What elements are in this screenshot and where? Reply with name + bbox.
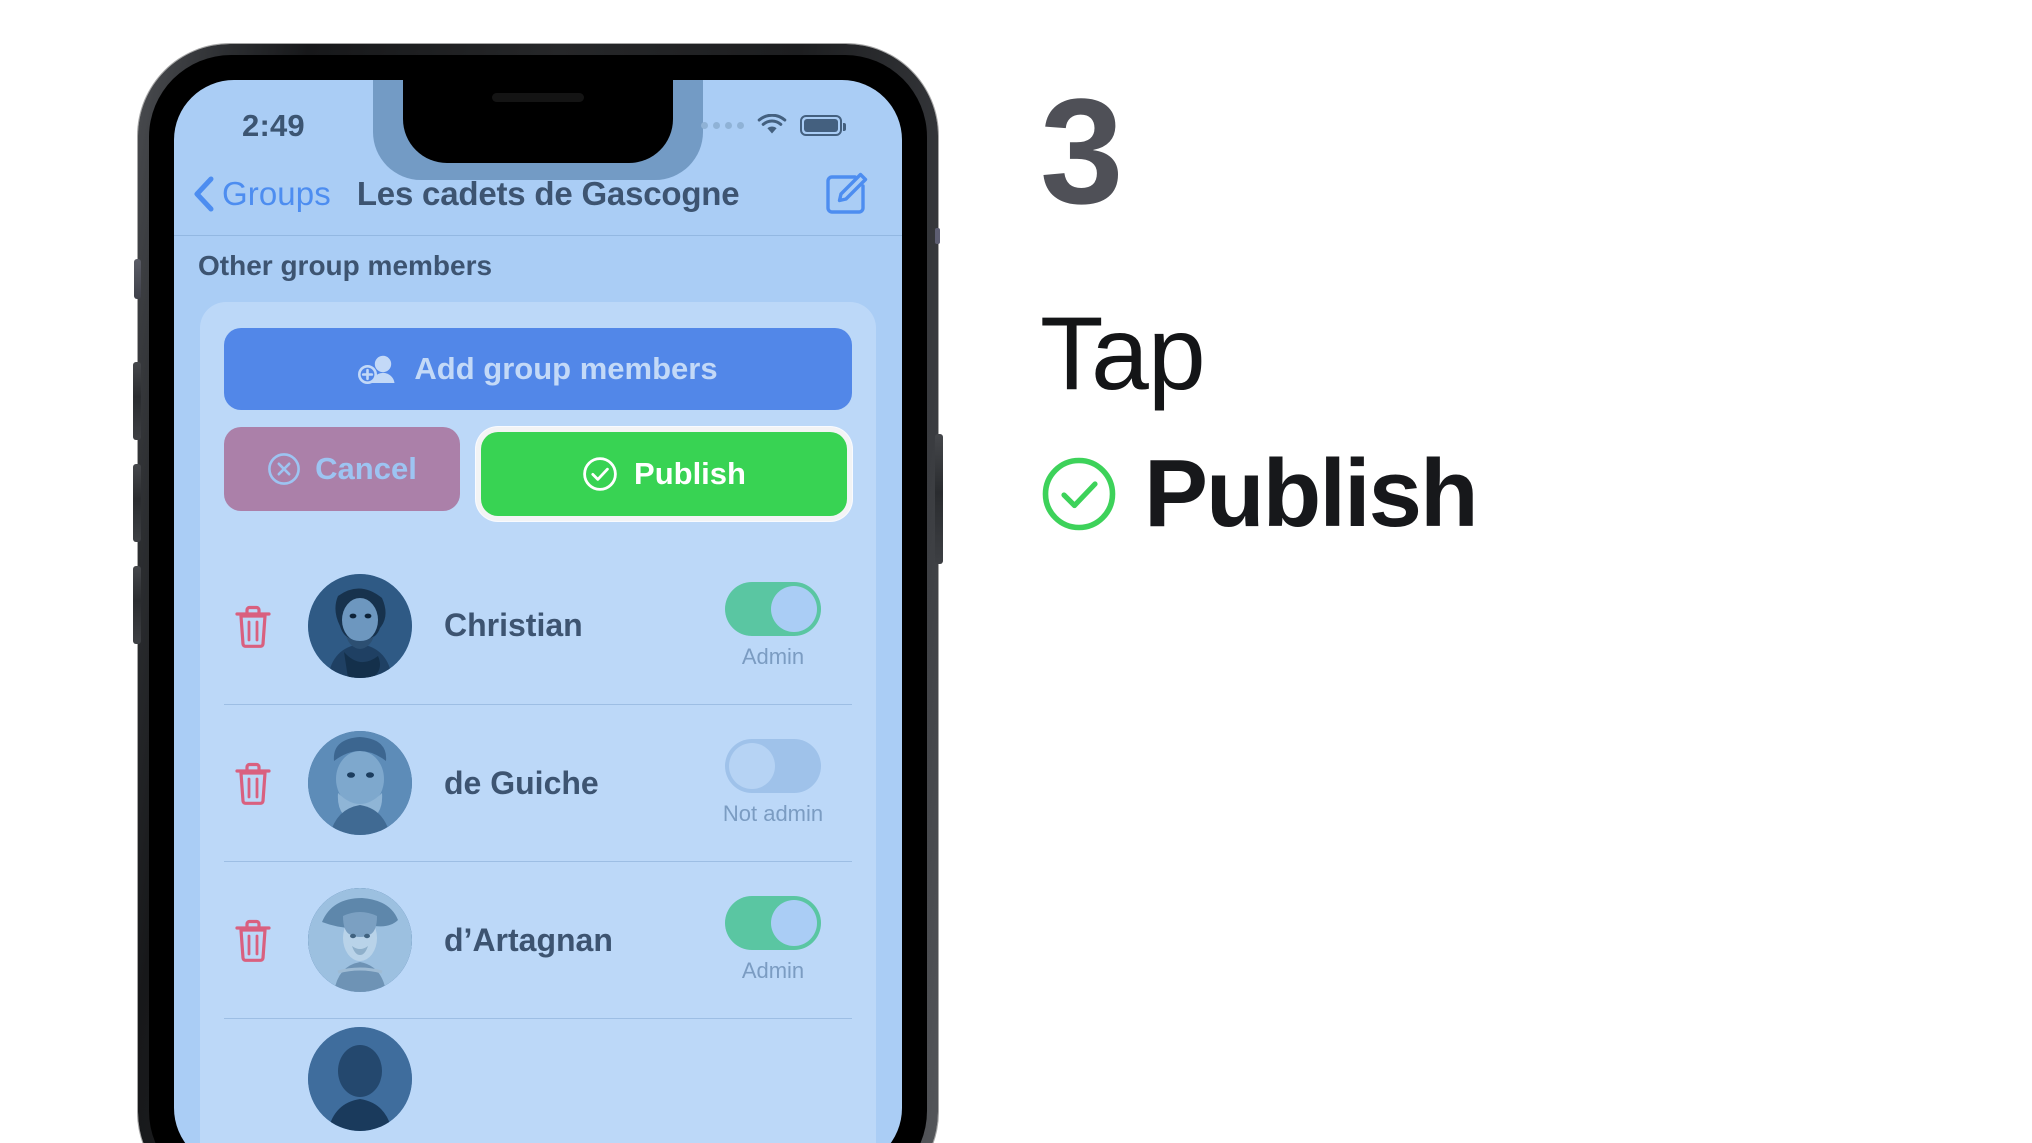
back-button[interactable]: Groups — [192, 175, 331, 213]
phone-inner-frame: 2:49 Groups Les cadets de Gascogne Other… — [149, 55, 927, 1143]
member-name: d’Artagnan — [444, 921, 613, 958]
trash-icon[interactable] — [232, 603, 274, 649]
avatar — [308, 1026, 412, 1131]
status-bar-time: 2:49 — [242, 108, 305, 143]
admin-toggle-label: Admin — [741, 958, 805, 983]
step-number: 3 — [1040, 67, 1123, 235]
members-list: Christian Admin de Guiche Not admin d’Ar… — [224, 547, 852, 1138]
cancel-button-label: Cancel — [315, 451, 417, 486]
avatar — [308, 888, 412, 992]
member-name: Christian — [444, 607, 583, 643]
admin-toggle[interactable] — [725, 581, 821, 636]
avatar — [308, 731, 412, 835]
volume-extra-button[interactable] — [133, 566, 141, 644]
table-row[interactable]: de Guiche Not admin — [224, 704, 852, 861]
wifi-icon — [757, 113, 787, 136]
section-header: Other group members — [198, 250, 493, 281]
back-button-label: Groups — [222, 174, 331, 212]
earpiece-speaker — [492, 93, 584, 102]
trash-icon[interactable] — [232, 760, 274, 806]
members-card: Add group members Cancel Publish Christi… — [200, 302, 876, 1143]
admin-toggle-group: Not admin — [698, 739, 848, 827]
instructions-panel: 3 Tap Publish — [1040, 76, 1920, 542]
cancel-button[interactable]: Cancel — [224, 427, 460, 511]
chevron-left-icon — [192, 176, 214, 212]
add-group-members-label: Add group members — [414, 351, 718, 386]
page-title: Les cadets de Gascogne — [356, 174, 740, 212]
admin-toggle-label: Not admin — [722, 801, 824, 826]
phone-screen: 2:49 Groups Les cadets de Gascogne Other… — [174, 80, 902, 1143]
check-circle-icon — [582, 456, 618, 492]
power-button[interactable] — [935, 434, 943, 564]
action-button-row: Cancel Publish — [224, 427, 852, 521]
status-bar-indicators — [701, 113, 846, 136]
instruction-target: Publish — [1040, 446, 1920, 542]
publish-button-highlight: Publish — [476, 427, 852, 521]
add-group-members-button[interactable]: Add group members — [224, 328, 852, 410]
publish-button[interactable]: Publish — [481, 432, 847, 516]
battery-icon — [800, 114, 846, 136]
signal-dots-icon — [701, 121, 744, 129]
admin-toggle-label: Admin — [741, 643, 805, 669]
check-circle-icon — [1040, 455, 1118, 533]
x-circle-icon — [267, 452, 301, 486]
trash-icon[interactable] — [232, 917, 274, 963]
antenna-line-right — [935, 228, 940, 244]
avatar — [308, 573, 412, 678]
admin-toggle-group: Admin — [698, 581, 848, 670]
admin-toggle[interactable] — [725, 739, 821, 793]
silent-switch-button[interactable] — [134, 259, 141, 299]
instruction-target-label: Publish — [1144, 440, 1479, 547]
navigation-bar: Groups Les cadets de Gascogne — [174, 152, 902, 236]
table-row-partial[interactable] — [224, 1018, 852, 1138]
screenshot-root: 2:49 Groups Les cadets de Gascogne Other… — [0, 0, 2032, 1143]
instruction-verb: Tap — [1040, 296, 1206, 412]
admin-toggle-group: Admin — [698, 896, 848, 984]
admin-toggle[interactable] — [725, 896, 821, 950]
table-row[interactable]: d’Artagnan Admin — [224, 861, 852, 1018]
volume-down-button[interactable] — [133, 464, 141, 542]
notch — [403, 80, 673, 163]
phone-mockup: 2:49 Groups Les cadets de Gascogne Other… — [133, 44, 943, 1143]
compose-icon[interactable] — [824, 172, 868, 216]
member-name: de Guiche — [444, 764, 599, 801]
volume-up-button[interactable] — [133, 362, 141, 440]
person-add-icon — [358, 352, 396, 386]
table-row[interactable]: Christian Admin — [224, 547, 852, 704]
publish-button-label: Publish — [634, 456, 746, 491]
